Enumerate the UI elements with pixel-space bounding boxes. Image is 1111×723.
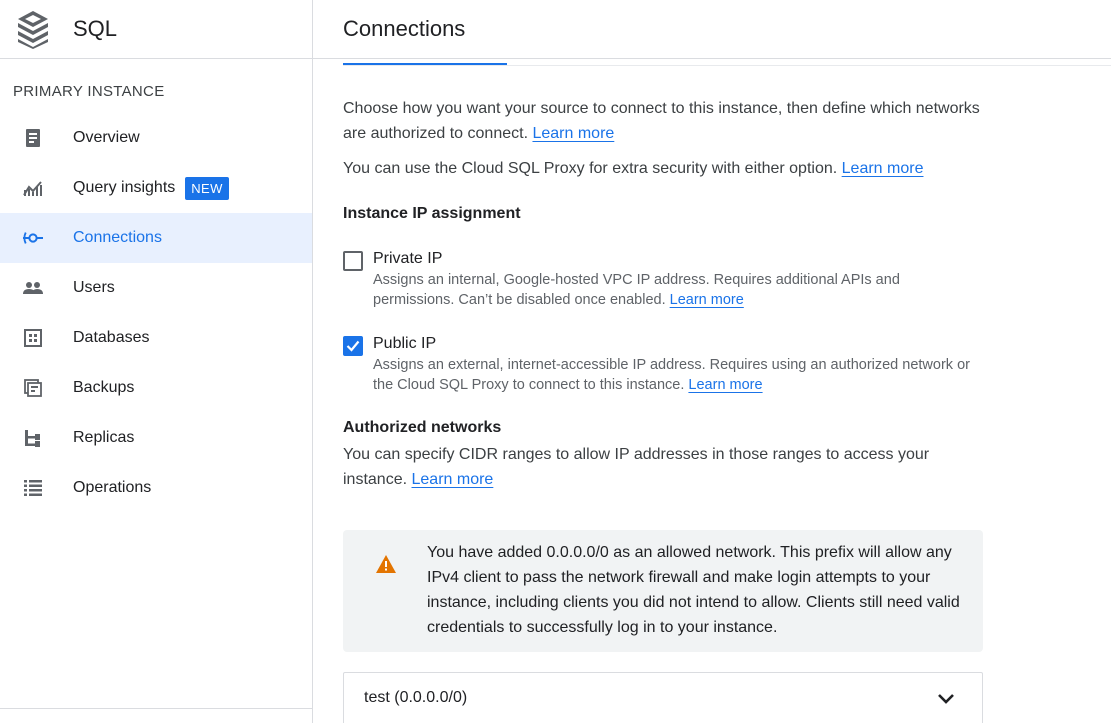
- connections-icon: [23, 228, 43, 248]
- sidebar-item-label: Replicas: [73, 429, 135, 446]
- public-ip-learn-more-link[interactable]: Learn more: [688, 377, 762, 393]
- authorized-network-item[interactable]: test (0.0.0.0/0): [343, 672, 983, 723]
- public-ip-description: Assigns an external, internet-accessible…: [373, 357, 970, 393]
- sidebar-item-label: Query insights: [73, 179, 176, 196]
- query-insights-icon: [23, 178, 43, 198]
- operations-icon: [23, 478, 43, 498]
- proxy-learn-more-link[interactable]: Learn more: [842, 160, 924, 177]
- warning-banner: You have added 0.0.0.0/0 as an allowed n…: [343, 530, 983, 652]
- warning-text: You have added 0.0.0.0/0 as an allowed n…: [427, 544, 960, 636]
- connections-content: Choose how you want your source to conne…: [343, 96, 983, 492]
- sidebar-item-users[interactable]: Users: [0, 263, 312, 313]
- databases-icon: [23, 328, 43, 348]
- private-ip-text: Private IP Assigns an internal, Google-h…: [373, 248, 983, 310]
- sidebar: SQL PRIMARY INSTANCE Overview Query insi…: [0, 0, 313, 723]
- public-ip-text: Public IP Assigns an external, internet-…: [373, 333, 983, 395]
- brand-header: SQL: [0, 0, 312, 59]
- new-badge: NEW: [185, 176, 229, 200]
- sidebar-item-label: Connections: [73, 229, 162, 246]
- app-name: SQL: [73, 16, 118, 41]
- page-title: Connections: [343, 16, 466, 41]
- divider: [0, 708, 312, 709]
- sidebar-item-replicas[interactable]: Replicas: [0, 413, 312, 463]
- ip-assignment-heading: Instance IP assignment: [343, 205, 521, 222]
- private-ip-option: Private IP Assigns an internal, Google-h…: [343, 248, 983, 310]
- authorized-networks-heading: Authorized networks: [343, 419, 502, 436]
- check-icon: [346, 340, 360, 352]
- backups-icon: [23, 378, 43, 398]
- replicas-icon: [23, 428, 43, 448]
- sidebar-item-label: Backups: [73, 379, 135, 396]
- warning-icon: [376, 555, 396, 573]
- network-label: test (0.0.0.0/0): [364, 689, 468, 706]
- intro-text: Choose how you want your source to conne…: [343, 100, 980, 142]
- sidebar-item-label: Overview: [73, 129, 140, 146]
- private-ip-description: Assigns an internal, Google-hosted VPC I…: [373, 272, 900, 308]
- sidebar-item-operations[interactable]: Operations: [0, 463, 312, 513]
- overview-icon: [23, 128, 43, 148]
- private-ip-label: Private IP: [373, 250, 443, 267]
- main-panel: Connections Choose how you want your sou…: [313, 0, 1111, 723]
- sidebar-item-label: Users: [73, 279, 115, 296]
- sidebar-item-databases[interactable]: Databases: [0, 313, 312, 363]
- tab-divider: [343, 65, 1111, 66]
- public-ip-label: Public IP: [373, 335, 437, 352]
- sidebar-item-query-insights[interactable]: Query insights NEW: [0, 163, 312, 213]
- intro-learn-more-link[interactable]: Learn more: [532, 125, 614, 142]
- users-icon: [23, 278, 43, 298]
- authorized-learn-more-link[interactable]: Learn more: [412, 471, 494, 488]
- private-ip-checkbox[interactable]: [343, 251, 363, 271]
- chevron-down-icon[interactable]: [934, 687, 958, 711]
- sidebar-item-overview[interactable]: Overview: [0, 113, 312, 163]
- sidebar-item-label: Operations: [73, 479, 152, 496]
- public-ip-option: Public IP Assigns an external, internet-…: [343, 333, 983, 395]
- private-ip-learn-more-link[interactable]: Learn more: [670, 292, 744, 308]
- proxy-text: You can use the Cloud SQL Proxy for extr…: [343, 160, 924, 177]
- sidebar-item-label: Databases: [73, 329, 150, 346]
- sql-logo-icon: [18, 11, 48, 49]
- sidebar-nav: Overview Query insights NEW Connections …: [0, 113, 312, 513]
- authorized-networks-text: You can specify CIDR ranges to allow IP …: [343, 446, 930, 488]
- page-header: Connections: [313, 0, 1111, 59]
- section-label: PRIMARY INSTANCE: [13, 83, 165, 100]
- sidebar-item-connections[interactable]: Connections: [0, 213, 312, 263]
- public-ip-checkbox[interactable]: [343, 336, 363, 356]
- sidebar-item-backups[interactable]: Backups: [0, 363, 312, 413]
